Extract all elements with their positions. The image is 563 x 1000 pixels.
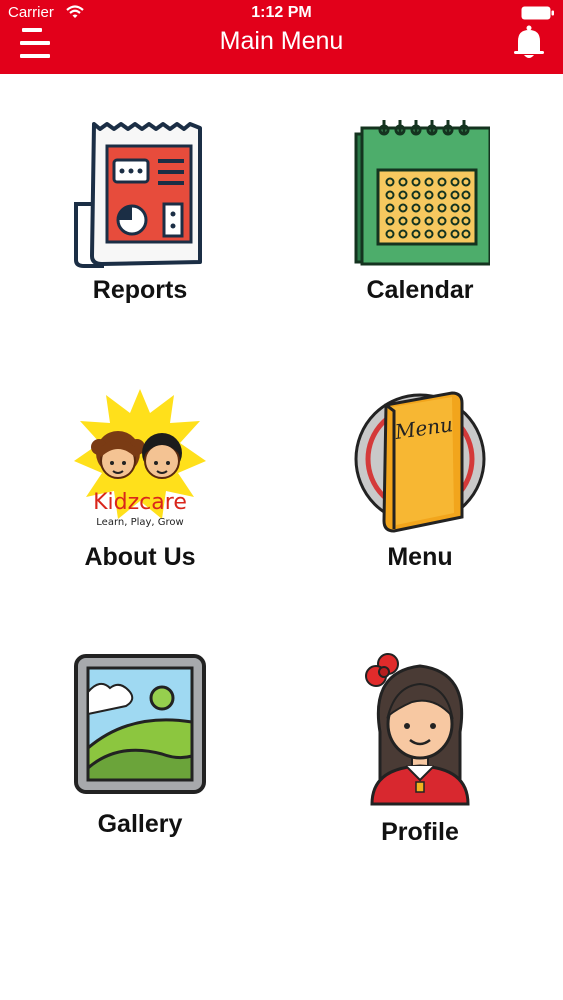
tile-calendar[interactable]: Calendar bbox=[310, 118, 530, 305]
logo-tagline: Learn, Play, Grow bbox=[96, 517, 183, 528]
status-time: 1:12 PM bbox=[251, 4, 312, 21]
battery-icon bbox=[521, 6, 554, 20]
tile-profile[interactable]: Profile bbox=[310, 642, 530, 847]
profile-icon bbox=[365, 653, 470, 806]
kidzcare-logo: Kidzcare Learn, Play, Grow bbox=[74, 389, 206, 528]
app-header: Carrier 1:12 PM Main Menu bbox=[0, 0, 563, 74]
tile-label: About Us bbox=[84, 543, 196, 571]
reports-icon bbox=[74, 122, 202, 268]
tile-label: Reports bbox=[92, 276, 188, 304]
food-menu-icon: Menu bbox=[354, 391, 486, 533]
tile-about-us[interactable]: Kidzcare Learn, Play, Grow About Us bbox=[30, 385, 250, 572]
tile-label: Menu bbox=[387, 543, 453, 571]
tile-menu[interactable]: Menu Menu bbox=[310, 385, 530, 572]
tile-label: Calendar bbox=[366, 276, 474, 304]
bell-icon bbox=[514, 25, 544, 58]
calendar-icon bbox=[354, 120, 490, 266]
gallery-icon bbox=[74, 654, 206, 794]
tile-label: Profile bbox=[381, 818, 459, 846]
tile-reports[interactable]: Reports bbox=[30, 118, 250, 305]
tile-label: Gallery bbox=[97, 810, 183, 838]
tile-gallery[interactable]: Gallery bbox=[30, 652, 250, 839]
logo-text: Kidzcare bbox=[93, 490, 187, 515]
page-title: Main Menu bbox=[219, 27, 344, 55]
notifications-button[interactable] bbox=[509, 23, 549, 63]
